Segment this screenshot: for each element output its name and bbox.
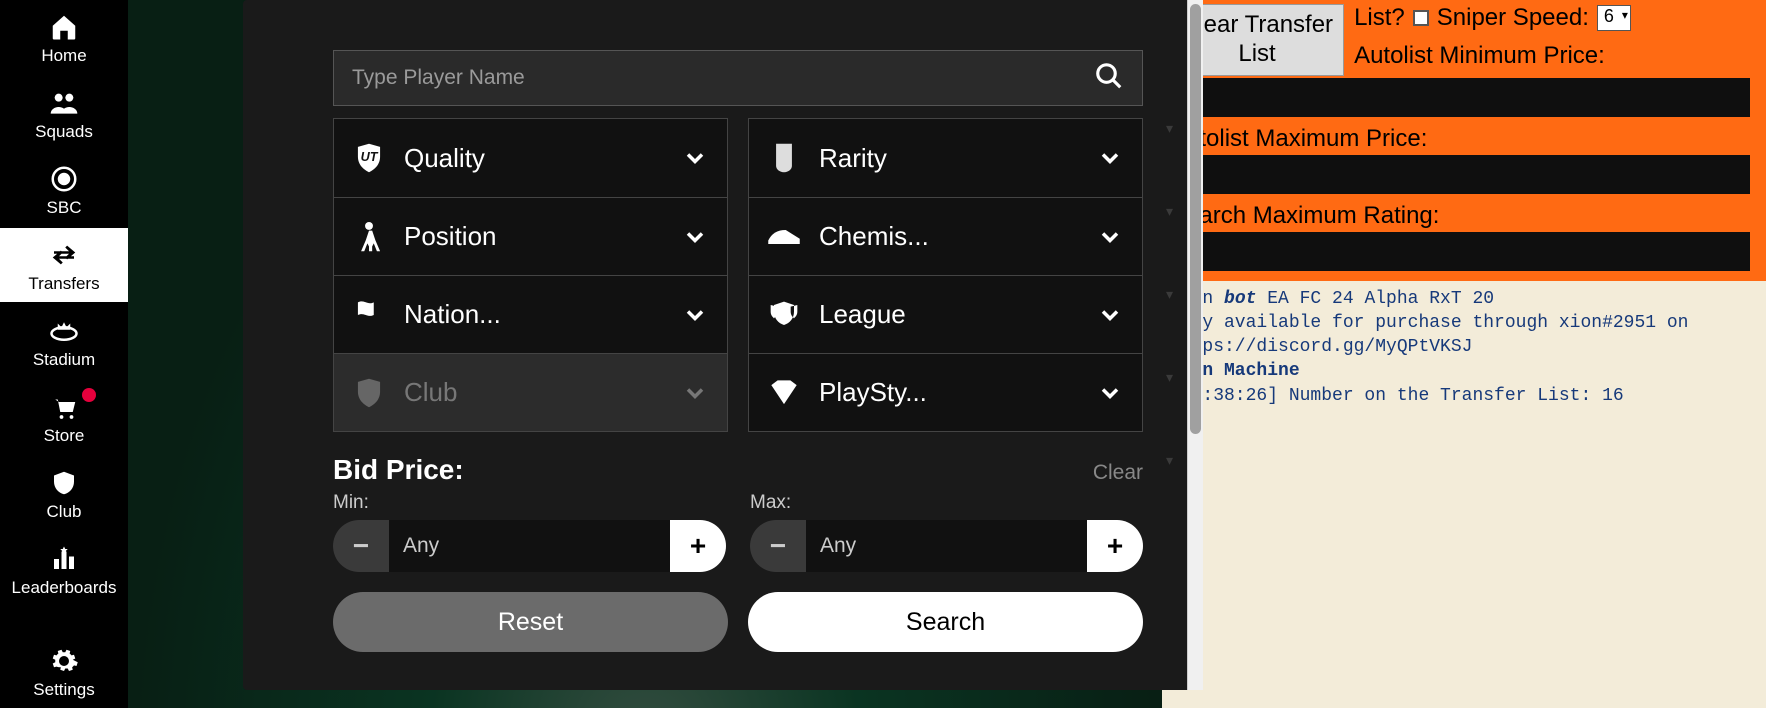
filter-label: Club [404, 377, 667, 408]
bid-clear-link[interactable]: Clear [1093, 461, 1143, 485]
nav-store[interactable]: Store [0, 380, 128, 454]
stadium-icon [47, 314, 81, 348]
shield-ut-icon: UT [348, 137, 390, 179]
log-area: xion bot EA FC 24 Alpha RxT 20 Only avai… [1162, 281, 1766, 708]
nav-label: Store [44, 426, 85, 446]
nav-squads[interactable]: Squads [0, 76, 128, 150]
nav-label: Leaderboards [12, 578, 117, 598]
squads-icon [47, 86, 81, 120]
filter-label: Nation... [404, 299, 667, 330]
max-rating-input[interactable] [1170, 232, 1750, 271]
filter-nationality[interactable]: Nation... [334, 275, 727, 353]
filter-rarity[interactable]: Rarity [749, 119, 1142, 197]
bid-max-stepper: − Any + [750, 520, 1143, 572]
filter-column-right: Rarity Chemis... [748, 118, 1143, 432]
search-button[interactable]: Search [748, 592, 1143, 652]
scrollbar-thumb[interactable] [1190, 4, 1201, 434]
filter-league[interactable]: League [749, 275, 1142, 353]
chevron-down-icon [1096, 379, 1124, 407]
chevron-down-icon [681, 223, 709, 251]
scrollbar[interactable] [1187, 0, 1203, 690]
nav-transfers[interactable]: Transfers [0, 228, 128, 302]
filter-label: Chemis... [819, 221, 1082, 252]
search-icon[interactable] [1094, 61, 1124, 96]
autolist-max-input[interactable] [1170, 155, 1750, 194]
bid-min-label: Min: [333, 492, 726, 514]
bid-max-value[interactable]: Any [806, 534, 1087, 558]
player-icon [348, 216, 390, 258]
nav-home[interactable]: Home [0, 0, 128, 74]
list-label: List? [1354, 4, 1405, 32]
nav-label: SBC [47, 198, 82, 218]
minus-button[interactable]: − [333, 520, 389, 572]
plus-button[interactable]: + [1087, 520, 1143, 572]
sidebar-nav: Home Squads SBC Transfers Stadium [0, 0, 128, 708]
chevron-down-icon [681, 379, 709, 407]
store-badge-icon [82, 388, 96, 402]
nav-label: Squads [35, 122, 93, 142]
player-name-input[interactable] [352, 66, 1094, 90]
scroll-carets: ▾▾▾▾▾ [1166, 120, 1173, 469]
filter-label: Rarity [819, 143, 1082, 174]
chevron-down-icon [681, 301, 709, 329]
club-icon [47, 466, 81, 500]
nav-label: Transfers [28, 274, 99, 294]
nav-settings[interactable]: Settings [0, 634, 128, 708]
diamond-icon [763, 372, 805, 414]
home-icon [47, 10, 81, 44]
nav-leaderboards[interactable]: Leaderboards [0, 532, 128, 606]
minus-button[interactable]: − [750, 520, 806, 572]
nav-label: Club [47, 502, 82, 522]
sniper-speed-select[interactable]: 6 [1597, 5, 1631, 31]
leaderboards-icon [47, 542, 81, 576]
flag-icon [348, 294, 390, 336]
card-icon [763, 137, 805, 179]
nav-label: Settings [33, 680, 94, 700]
shield-icon [348, 372, 390, 414]
filter-chemistry[interactable]: Chemis... [749, 197, 1142, 275]
autolist-min-label: Autolist Minimum Price: [1354, 42, 1758, 70]
chevron-down-icon [681, 144, 709, 172]
autolist-min-input[interactable] [1170, 78, 1750, 117]
nav-club[interactable]: Club [0, 456, 128, 530]
bid-min-stepper: − Any + [333, 520, 726, 572]
chevron-down-icon [1096, 144, 1124, 172]
sbc-icon [47, 162, 81, 196]
bid-title: Bid Price: [333, 454, 464, 486]
reset-button[interactable]: Reset [333, 592, 728, 652]
transfer-search-panel: ▾▾▾▾▾ UT Quality [243, 0, 1203, 690]
chevron-down-icon [1096, 223, 1124, 251]
bot-panel: Clear Transfer List List? Sniper Speed: … [1162, 0, 1766, 708]
gear-icon [47, 644, 81, 678]
plus-button[interactable]: + [670, 520, 726, 572]
filter-playstyle[interactable]: PlaySty... [749, 353, 1142, 431]
svg-text:UT: UT [361, 150, 379, 164]
nav-stadium[interactable]: Stadium [0, 304, 128, 378]
list-checkbox[interactable] [1413, 10, 1429, 26]
autolist-max-label: Autolist Maximum Price: [1170, 125, 1758, 153]
max-rating-label: Search Maximum Rating: [1170, 202, 1758, 230]
nav-sbc[interactable]: SBC [0, 152, 128, 226]
filter-position[interactable]: Position [334, 197, 727, 275]
nav-label: Home [41, 46, 86, 66]
filter-label: League [819, 299, 1082, 330]
league-icon [763, 294, 805, 336]
player-search-row [333, 50, 1143, 106]
main-area: ▾▾▾▾▾ UT Quality [128, 0, 1162, 708]
boot-icon [763, 216, 805, 258]
store-icon [47, 390, 81, 424]
filter-club: Club [334, 353, 727, 431]
bid-price-section: Bid Price: Clear Min: − Any + [333, 454, 1143, 572]
filter-column-left: UT Quality Position [333, 118, 728, 432]
transfers-icon [47, 238, 81, 272]
nav-label: Stadium [33, 350, 95, 370]
filter-label: Quality [404, 143, 667, 174]
filter-quality[interactable]: UT Quality [334, 119, 727, 197]
sniper-speed-label: Sniper Speed: [1437, 4, 1589, 32]
filter-label: Position [404, 221, 667, 252]
bid-max-label: Max: [750, 492, 1143, 514]
chevron-down-icon [1096, 301, 1124, 329]
filter-label: PlaySty... [819, 377, 1082, 408]
bid-min-value[interactable]: Any [389, 534, 670, 558]
